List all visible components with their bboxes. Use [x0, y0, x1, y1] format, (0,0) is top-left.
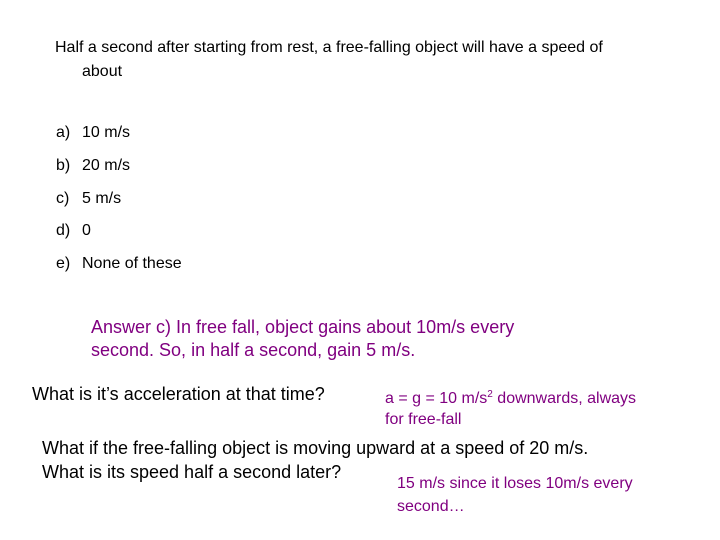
question-line-1: Half a second after starting from rest, …	[55, 39, 603, 56]
upward-answer-line-1: 15 m/s since it loses 10m/s every	[397, 475, 633, 492]
answer-explanation: Answer c) In free fall, object gains abo…	[91, 316, 514, 362]
acceleration-answer-line-1: a = g = 10 m/s2 downwards, always	[385, 388, 636, 409]
option-a: a) 10 m/s	[56, 123, 130, 143]
option-text: 0	[82, 222, 91, 239]
acceleration-answer-prefix: a = g = 10 m/s	[385, 390, 488, 407]
option-c: c) 5 m/s	[56, 189, 121, 209]
option-letter: c)	[56, 190, 70, 207]
option-text: 5 m/s	[82, 190, 122, 207]
option-text: None of these	[82, 255, 182, 272]
upward-question-line-1: What if the free-falling object is movin…	[42, 438, 589, 458]
option-letter: a)	[56, 124, 71, 141]
answer-line-2: second. So, in half a second, gain 5 m/s…	[91, 340, 416, 360]
upward-answer-line-2: second…	[397, 498, 465, 515]
acceleration-answer-line-2: for free-fall	[385, 411, 462, 428]
answer-line-1: Answer c) In free fall, object gains abo…	[91, 317, 515, 337]
option-letter: d)	[56, 222, 71, 239]
option-d: d) 0	[56, 221, 91, 241]
acceleration-answer-suffix: downwards, always	[492, 390, 637, 407]
question-line-2: about	[82, 63, 123, 80]
upward-answer: 15 m/s since it loses 10m/s every second…	[397, 472, 633, 518]
option-e: e) None of these	[56, 254, 182, 274]
option-b: b) 20 m/s	[56, 156, 130, 176]
question-text: Half a second after starting from rest, …	[55, 36, 603, 84]
acceleration-answer: a = g = 10 m/s2 downwards, always for fr…	[385, 388, 636, 430]
option-text: 20 m/s	[82, 157, 131, 174]
acceleration-question: What is it’s acceleration at that time?	[32, 384, 325, 404]
option-letter: e)	[56, 255, 71, 272]
option-letter: b)	[56, 157, 71, 174]
option-text: 10 m/s	[82, 124, 131, 141]
